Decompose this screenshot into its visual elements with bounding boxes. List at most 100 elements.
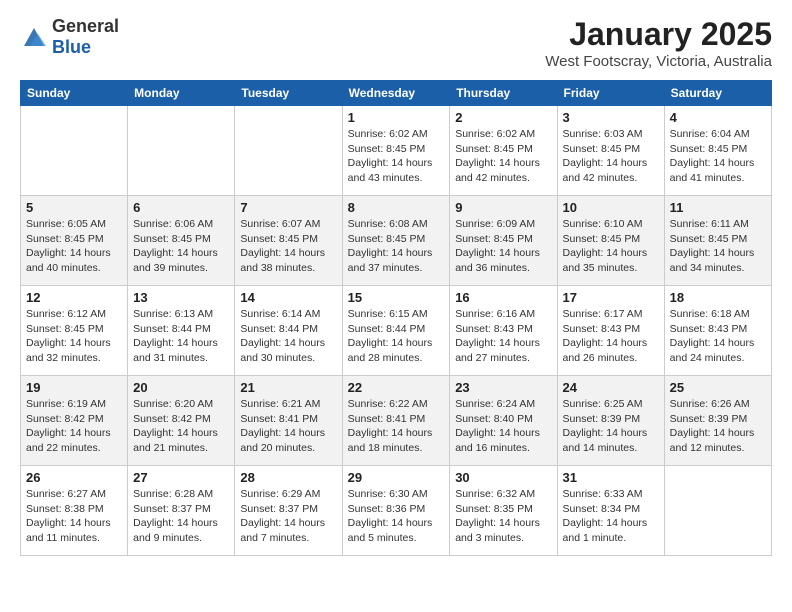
header-tuesday: Tuesday <box>235 81 342 106</box>
day-info: Sunrise: 6:15 AMSunset: 8:44 PMDaylight:… <box>348 307 445 366</box>
calendar-cell: 20Sunrise: 6:20 AMSunset: 8:42 PMDayligh… <box>128 376 235 466</box>
day-info: Sunrise: 6:10 AMSunset: 8:45 PMDaylight:… <box>563 217 659 276</box>
page-header: General Blue January 2025 West Footscray… <box>20 16 772 70</box>
day-number: 13 <box>133 290 229 305</box>
day-info: Sunrise: 6:26 AMSunset: 8:39 PMDaylight:… <box>670 397 766 456</box>
calendar-header: Sunday Monday Tuesday Wednesday Thursday… <box>21 81 772 106</box>
day-number: 18 <box>670 290 766 305</box>
logo-blue: Blue <box>52 37 91 57</box>
day-info: Sunrise: 6:28 AMSunset: 8:37 PMDaylight:… <box>133 487 229 546</box>
calendar-cell: 22 Sunrise: 6:22 AMSunset: 8:41 PMDayligh… <box>342 376 450 466</box>
day-number: 8 <box>348 200 445 215</box>
day-info: Sunrise: 6:32 AMSunset: 8:35 PMDaylight:… <box>455 487 551 546</box>
calendar-week-5: 26 Sunrise: 6:27 AMSunset: 8:38 PMDayligh… <box>21 466 772 556</box>
day-number: 5 <box>26 200 122 215</box>
header-friday: Friday <box>557 81 664 106</box>
day-info: Sunrise: 6:21 AMSunset: 8:41 PMDaylight:… <box>240 397 336 456</box>
calendar-cell: 29Sunrise: 6:30 AMSunset: 8:36 PMDayligh… <box>342 466 450 556</box>
calendar-cell: 17 Sunrise: 6:17 AMSunset: 8:43 PMDayligh… <box>557 286 664 376</box>
day-number: 19 <box>26 380 122 395</box>
day-number: 26 <box>26 470 122 485</box>
day-info: Sunrise: 6:09 AMSunset: 8:45 PMDaylight:… <box>455 217 551 276</box>
calendar-cell: 31 Sunrise: 6:33 AMSunset: 8:34 PMDayligh… <box>557 466 664 556</box>
calendar-cell: 21 Sunrise: 6:21 AMSunset: 8:41 PMDayligh… <box>235 376 342 466</box>
day-number: 4 <box>670 110 766 125</box>
day-number: 22 <box>348 380 445 395</box>
day-info: Sunrise: 6:11 AMSunset: 8:45 PMDaylight:… <box>670 217 766 276</box>
calendar-cell: 12Sunrise: 6:12 AMSunset: 8:45 PMDayligh… <box>21 286 128 376</box>
header-sunday: Sunday <box>21 81 128 106</box>
calendar-cell: 10Sunrise: 6:10 AMSunset: 8:45 PMDayligh… <box>557 196 664 286</box>
calendar-cell: 23Sunrise: 6:24 AMSunset: 8:40 PMDayligh… <box>450 376 557 466</box>
calendar-table: Sunday Monday Tuesday Wednesday Thursday… <box>20 80 772 556</box>
day-info: Sunrise: 6:14 AMSunset: 8:44 PMDaylight:… <box>240 307 336 366</box>
day-number: 31 <box>563 470 659 485</box>
calendar-cell: 26 Sunrise: 6:27 AMSunset: 8:38 PMDayligh… <box>21 466 128 556</box>
calendar-cell: 16 Sunrise: 6:16 AMSunset: 8:43 PMDayligh… <box>450 286 557 376</box>
day-info: Sunrise: 6:05 AMSunset: 8:45 PMDaylight:… <box>26 217 122 276</box>
calendar-cell <box>128 106 235 196</box>
calendar-cell: 27Sunrise: 6:28 AMSunset: 8:37 PMDayligh… <box>128 466 235 556</box>
day-info: Sunrise: 6:18 AMSunset: 8:43 PMDaylight:… <box>670 307 766 366</box>
day-number: 24 <box>563 380 659 395</box>
calendar-cell: 7Sunrise: 6:07 AMSunset: 8:45 PMDaylight… <box>235 196 342 286</box>
day-number: 14 <box>240 290 336 305</box>
day-info: Sunrise: 6:16 AMSunset: 8:43 PMDaylight:… <box>455 307 551 366</box>
calendar-cell: 30Sunrise: 6:32 AMSunset: 8:35 PMDayligh… <box>450 466 557 556</box>
day-info: Sunrise: 6:27 AMSunset: 8:38 PMDaylight:… <box>26 487 122 546</box>
calendar-cell: 5 Sunrise: 6:05 AMSunset: 8:45 PMDaylight… <box>21 196 128 286</box>
day-number: 2 <box>455 110 551 125</box>
calendar-cell: 3 Sunrise: 6:03 AMSunset: 8:45 PMDaylight… <box>557 106 664 196</box>
day-info: Sunrise: 6:02 AMSunset: 8:45 PMDaylight:… <box>455 127 551 186</box>
calendar-cell: 11 Sunrise: 6:11 AMSunset: 8:45 PMDayligh… <box>664 196 771 286</box>
calendar-cell <box>235 106 342 196</box>
logo-icon <box>20 26 48 48</box>
calendar-cell: 2 Sunrise: 6:02 AMSunset: 8:45 PMDaylight… <box>450 106 557 196</box>
calendar-cell: 8 Sunrise: 6:08 AMSunset: 8:45 PMDaylight… <box>342 196 450 286</box>
day-info: Sunrise: 6:25 AMSunset: 8:39 PMDaylight:… <box>563 397 659 456</box>
logo: General Blue <box>20 16 119 58</box>
logo-general: General <box>52 16 119 36</box>
calendar-cell: 18 Sunrise: 6:18 AMSunset: 8:43 PMDayligh… <box>664 286 771 376</box>
header-saturday: Saturday <box>664 81 771 106</box>
calendar-body: 1Sunrise: 6:02 AMSunset: 8:45 PMDaylight… <box>21 106 772 556</box>
calendar-subtitle: West Footscray, Victoria, Australia <box>545 53 772 70</box>
day-number: 11 <box>670 200 766 215</box>
header-monday: Monday <box>128 81 235 106</box>
day-number: 15 <box>348 290 445 305</box>
day-number: 20 <box>133 380 229 395</box>
day-info: Sunrise: 6:29 AMSunset: 8:37 PMDaylight:… <box>240 487 336 546</box>
calendar-cell: 19Sunrise: 6:19 AMSunset: 8:42 PMDayligh… <box>21 376 128 466</box>
day-number: 21 <box>240 380 336 395</box>
day-number: 25 <box>670 380 766 395</box>
calendar-cell <box>664 466 771 556</box>
calendar-cell: 9Sunrise: 6:09 AMSunset: 8:45 PMDaylight… <box>450 196 557 286</box>
calendar-cell <box>21 106 128 196</box>
title-block: January 2025 West Footscray, Victoria, A… <box>545 16 772 70</box>
day-number: 3 <box>563 110 659 125</box>
day-number: 16 <box>455 290 551 305</box>
calendar-week-4: 19Sunrise: 6:19 AMSunset: 8:42 PMDayligh… <box>21 376 772 466</box>
day-info: Sunrise: 6:22 AMSunset: 8:41 PMDaylight:… <box>348 397 445 456</box>
day-info: Sunrise: 6:13 AMSunset: 8:44 PMDaylight:… <box>133 307 229 366</box>
day-info: Sunrise: 6:33 AMSunset: 8:34 PMDaylight:… <box>563 487 659 546</box>
calendar-week-1: 1Sunrise: 6:02 AMSunset: 8:45 PMDaylight… <box>21 106 772 196</box>
logo-text: General Blue <box>52 16 119 58</box>
day-info: Sunrise: 6:03 AMSunset: 8:45 PMDaylight:… <box>563 127 659 186</box>
day-number: 29 <box>348 470 445 485</box>
day-info: Sunrise: 6:12 AMSunset: 8:45 PMDaylight:… <box>26 307 122 366</box>
day-info: Sunrise: 6:06 AMSunset: 8:45 PMDaylight:… <box>133 217 229 276</box>
day-info: Sunrise: 6:17 AMSunset: 8:43 PMDaylight:… <box>563 307 659 366</box>
day-info: Sunrise: 6:07 AMSunset: 8:45 PMDaylight:… <box>240 217 336 276</box>
day-info: Sunrise: 6:08 AMSunset: 8:45 PMDaylight:… <box>348 217 445 276</box>
day-info: Sunrise: 6:24 AMSunset: 8:40 PMDaylight:… <box>455 397 551 456</box>
header-thursday: Thursday <box>450 81 557 106</box>
calendar-cell: 6Sunrise: 6:06 AMSunset: 8:45 PMDaylight… <box>128 196 235 286</box>
calendar-cell: 28 Sunrise: 6:29 AMSunset: 8:37 PMDayligh… <box>235 466 342 556</box>
calendar-week-3: 12Sunrise: 6:12 AMSunset: 8:45 PMDayligh… <box>21 286 772 376</box>
calendar-cell: 14 Sunrise: 6:14 AMSunset: 8:44 PMDayligh… <box>235 286 342 376</box>
day-number: 17 <box>563 290 659 305</box>
calendar-cell: 4Sunrise: 6:04 AMSunset: 8:45 PMDaylight… <box>664 106 771 196</box>
day-number: 28 <box>240 470 336 485</box>
calendar-cell: 1Sunrise: 6:02 AMSunset: 8:45 PMDaylight… <box>342 106 450 196</box>
